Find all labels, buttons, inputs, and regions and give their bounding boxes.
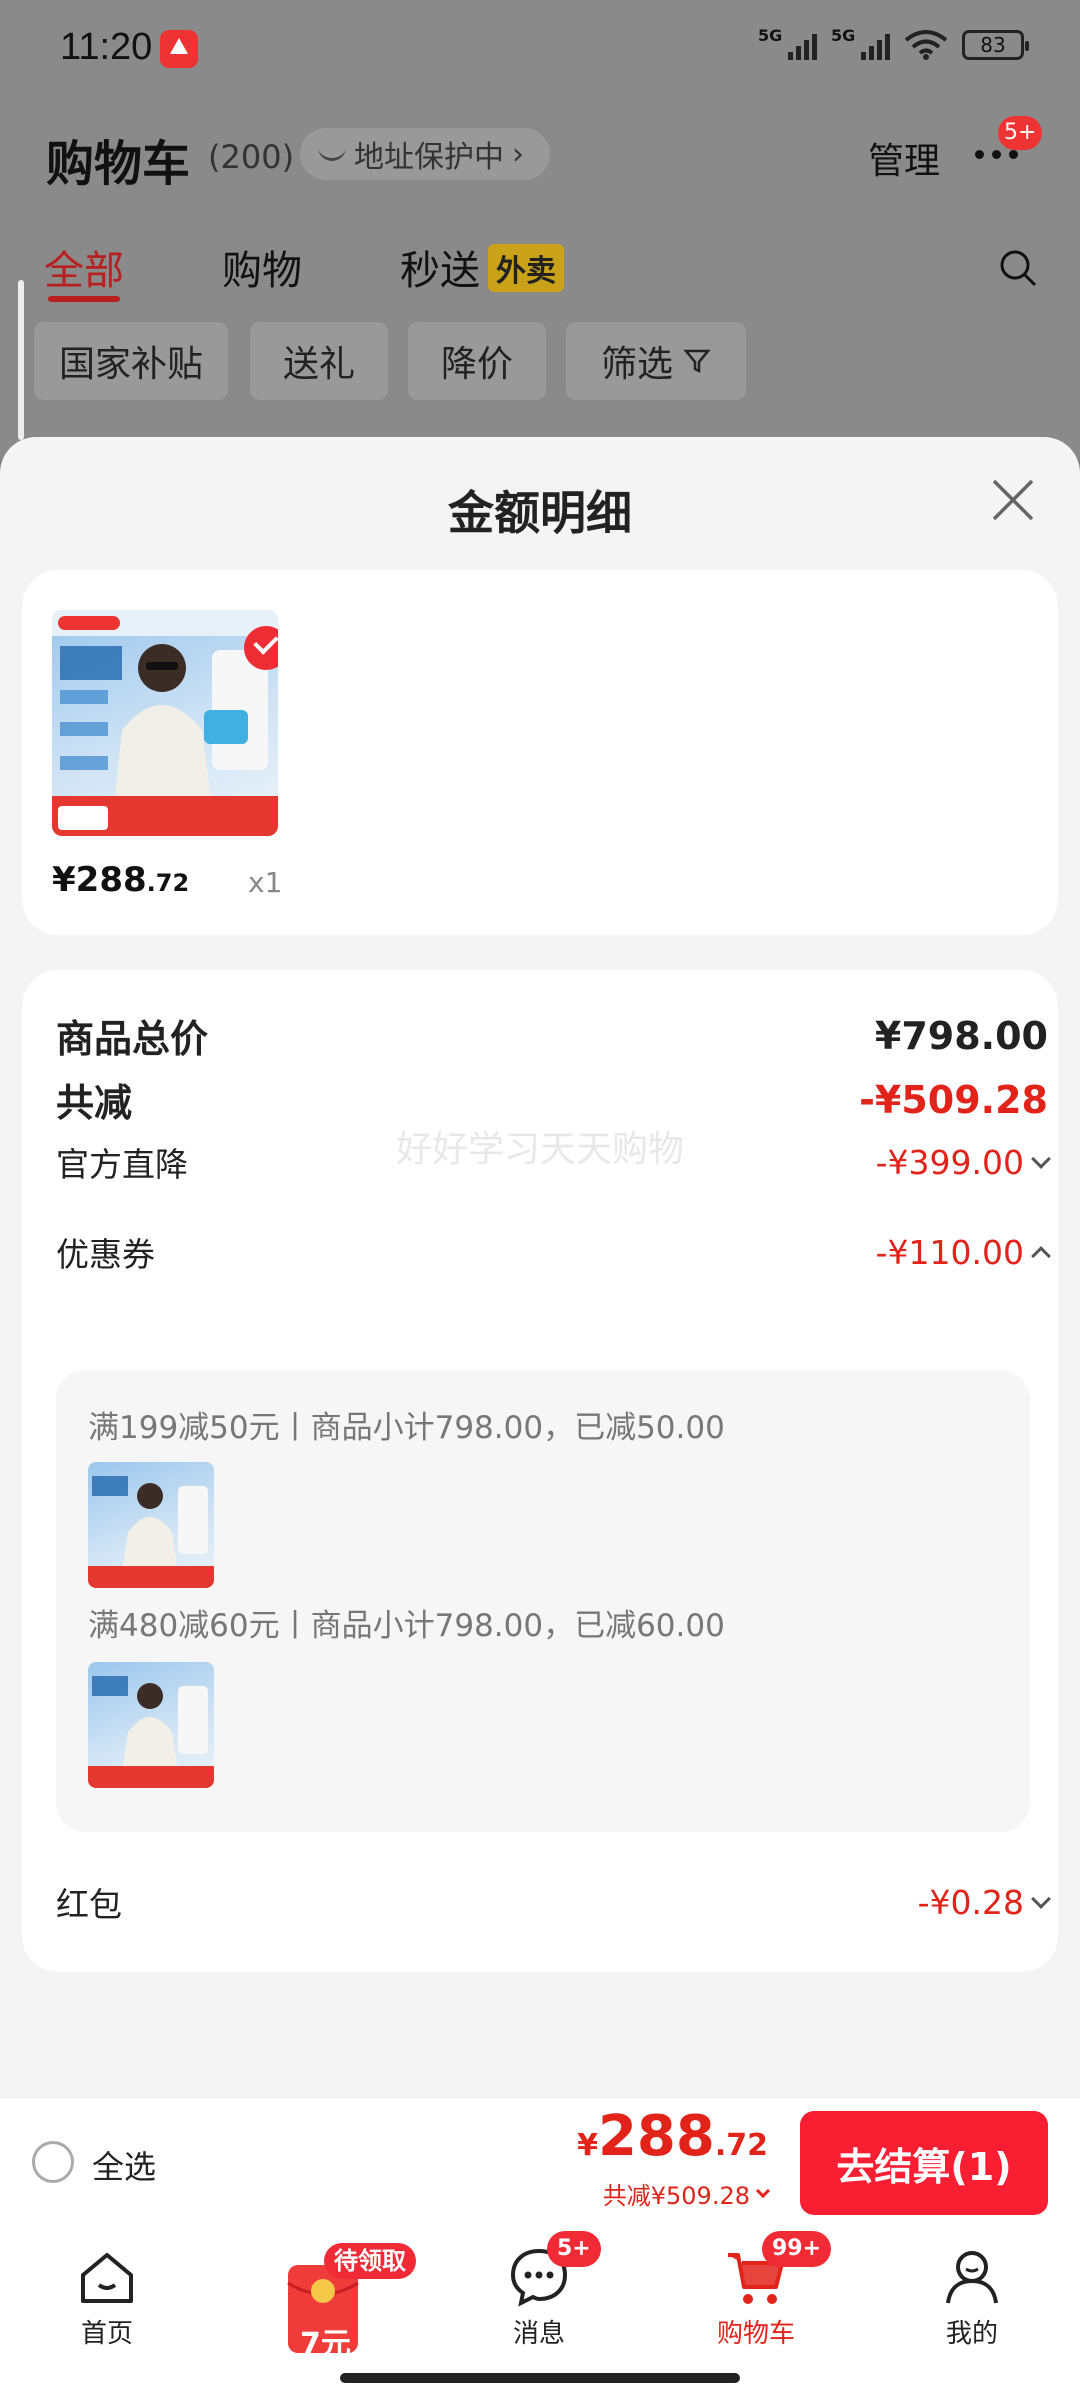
coupon-product-thumbnail-2 [88,1662,214,1788]
checkout-button[interactable]: 去结算(1) [800,2111,1048,2215]
message-icon: 5+ [507,2231,601,2309]
chevron-down-icon [1031,1889,1051,1909]
cart-icon: 99+ [724,2231,832,2309]
chevron-down-icon [755,2183,771,2198]
coupon-rule-2: 满480减60元丨商品小计798.00，已减60.00 [88,1608,725,1644]
coupon-label: 优惠券 [56,1235,155,1274]
total-reduce-value: -¥509.28 [859,1077,1048,1122]
row-coupon[interactable]: 优惠券 -¥110.00 [56,1228,1051,1276]
funnel-icon [683,349,711,374]
chevron-up-icon [1031,1246,1051,1266]
red-packet-amount: 7元 [300,2327,351,2362]
tab-all[interactable]: 全部 [44,238,124,296]
sheet-title: 金额明细 [448,486,632,540]
nav-mine[interactable]: 我的 [897,2245,1047,2350]
red-packet-label: 红包 [56,1885,122,1924]
close-icon[interactable] [990,477,1036,523]
total-price-label: 商品总价 [56,1017,209,1061]
more-badge: 5+ [998,116,1043,150]
row-red-packet[interactable]: 红包 -¥0.28 [56,1878,1051,1926]
cart-header: 购物车 (200) 地址保护中 › 管理 5+ [0,110,1080,200]
coupon-rule-1: 满199减50元丨商品小计798.00，已减50.00 [88,1410,725,1446]
filter-price-drop[interactable]: 降价 [408,322,546,400]
cart-badge: 99+ [762,2231,832,2267]
status-bar: 11:20 5G 5G 83 [0,0,1080,100]
filter-label: 筛选 [600,344,673,385]
total-price-value: ¥798.00 [874,1013,1048,1058]
product-price: ¥288.72 [52,860,190,900]
category-tabs: 全部 购物 秒送 外卖 [0,230,1080,302]
coupon-product-thumbnail-1 [88,1462,214,1588]
nav-messages-label: 消息 [512,2319,565,2349]
official-discount-label: 官方直降 [56,1145,188,1184]
takeout-tag: 外卖 [488,244,564,292]
amount-detail-sheet: 金额明细 ¥288.72 x1 好好学习天天购物 商品总价 ¥798.00 共减… [0,437,1080,2097]
page-title: 购物车 [46,136,191,192]
nav-cart[interactable]: 99+ 购物车 [681,2231,832,2350]
home-indicator [340,2373,740,2383]
address-protection-label: 地址保护中 [354,140,504,175]
cart-count: (200) [208,138,295,176]
tab-instant-delivery[interactable]: 秒送 [400,238,480,296]
checkout-bar: 全选 ¥ 288 .72 共减¥509.28 去结算(1) [0,2097,1080,2227]
total-reduce-label: 共减 [56,1081,133,1125]
profile-icon [940,2245,1004,2309]
wifi-icon [904,30,948,60]
price-breakdown-card: 好好学习天天购物 商品总价 ¥798.00 共减 -¥509.28 官方直降 -… [22,970,1058,1972]
chevron-right-icon: › [512,136,524,172]
red-packet-value: -¥0.28 [918,1883,1051,1922]
nav-mine-label: 我的 [945,2319,998,2349]
row-official-discount[interactable]: 官方直降 -¥399.00 [56,1138,1051,1186]
official-discount-value: -¥399.00 [876,1143,1051,1182]
background-cart-page: 11:20 5G 5G 83 购物车 (200) 地址保护中 › 管理 5+ 全… [0,0,1080,460]
row-total-price: 商品总价 ¥798.00 [56,1008,1048,1063]
signal-icon: 5G [758,26,817,60]
tab-shopping[interactable]: 购物 [222,238,302,296]
checkout-saved-amount[interactable]: 共减¥509.28 [603,2176,771,2211]
nav-cart-label: 购物车 [716,2319,795,2349]
smile-icon [318,147,346,161]
red-packet-badge: 待领取 [324,2243,416,2279]
nav-messages[interactable]: 5+ 消息 [464,2231,614,2350]
nav-home[interactable]: 首页 [32,2245,182,2350]
filter-chips: 国家补贴 送礼 降价 筛选 [0,322,1080,402]
coupon-value: -¥110.00 [876,1233,1051,1272]
search-icon[interactable] [998,248,1038,288]
app-notification-icon [160,30,198,68]
signal-icon-2: 5G [831,26,890,60]
more-icon[interactable] [975,150,1018,159]
address-protection-pill[interactable]: 地址保护中 › [300,128,550,180]
checkout-total-price: ¥ 288 .72 [577,2104,768,2169]
product-quantity: x1 [248,866,283,899]
filter-button[interactable]: 筛选 [566,322,746,400]
scroll-indicator [18,280,24,440]
product-image[interactable] [52,610,278,836]
coupon-details: 满199减50元丨商品小计798.00，已减50.00 满480减60元丨商品小… [56,1370,1030,1832]
select-all-label[interactable]: 全选 [92,2142,156,2188]
manage-button[interactable]: 管理 [868,132,940,184]
filter-national-subsidy[interactable]: 国家补贴 [34,322,228,400]
status-icons: 5G 5G 83 [758,26,1029,60]
product-card: ¥288.72 x1 [22,570,1058,935]
select-all-checkbox[interactable] [32,2141,74,2183]
battery-icon: 83 [962,30,1029,60]
status-time: 11:20 [60,26,153,68]
red-packet-promo[interactable]: 7元 待领取 [272,2243,416,2363]
filter-gift[interactable]: 送礼 [250,322,388,400]
chevron-down-icon [1031,1149,1051,1169]
home-icon [75,2245,139,2309]
tab-active-indicator [48,296,120,302]
messages-badge: 5+ [547,2231,601,2267]
nav-home-label: 首页 [80,2319,133,2349]
row-total-reduce: 共减 -¥509.28 [56,1072,1048,1127]
